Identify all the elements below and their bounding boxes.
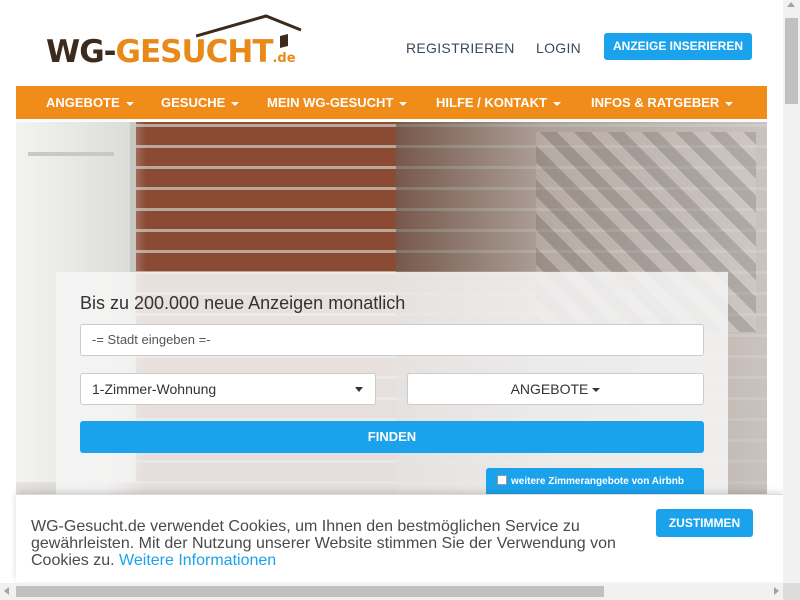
- chevron-down-icon: [399, 101, 408, 106]
- menu-help-contact[interactable]: HILFE / KONTAKT: [436, 86, 561, 119]
- chevron-down-icon: [552, 101, 561, 106]
- scroll-left-icon[interactable]: [4, 587, 9, 595]
- vertical-scroll-thumb[interactable]: [785, 18, 798, 104]
- scroll-right-icon[interactable]: [774, 587, 779, 595]
- vertical-scrollbar[interactable]: [783, 0, 800, 600]
- cookie-banner: WG-Gesucht.de verwendet Cookies, um Ihne…: [16, 494, 783, 582]
- post-listing-button[interactable]: ANZEIGE INSERIEREN: [604, 33, 752, 60]
- scroll-up-icon[interactable]: [787, 2, 795, 7]
- house-roof-icon: [196, 14, 302, 48]
- housing-type-select[interactable]: 1-Zimmer-Wohnung: [80, 373, 376, 405]
- register-link[interactable]: REGISTRIEREN: [406, 40, 515, 56]
- horizontal-scrollbar[interactable]: [0, 583, 783, 600]
- chevron-down-icon: [592, 388, 601, 393]
- login-link[interactable]: LOGIN: [536, 40, 581, 56]
- site-header: WG-GESUCHT.de REGISTRIEREN LOGIN ANZEIGE…: [16, 0, 767, 86]
- cookie-text: WG-Gesucht.de verwendet Cookies, um Ihne…: [31, 518, 616, 569]
- more-info-link[interactable]: Weitere Informationen: [119, 552, 276, 569]
- accept-cookies-button[interactable]: ZUSTIMMEN: [656, 509, 753, 537]
- city-input[interactable]: -= Stadt eingeben =-: [80, 324, 704, 356]
- menu-my-wg[interactable]: MEIN WG-GESUCHT: [267, 86, 408, 119]
- menu-requests[interactable]: GESUCHE: [161, 86, 240, 119]
- horizontal-scroll-thumb[interactable]: [16, 586, 604, 597]
- search-panel: Bis zu 200.000 neue Anzeigen monatlich -…: [56, 272, 728, 498]
- chevron-down-icon: [231, 101, 240, 106]
- chevron-down-icon: [355, 387, 363, 392]
- offers-dropdown-button[interactable]: ANGEBOTE: [407, 373, 704, 405]
- airbnb-toggle[interactable]: weitere Zimmerangebote von Airbnb: [486, 468, 704, 496]
- housing-type-value: 1-Zimmer-Wohnung: [92, 381, 217, 397]
- find-button[interactable]: FINDEN: [80, 421, 704, 453]
- airbnb-checkbox[interactable]: [497, 474, 507, 485]
- chevron-down-icon: [725, 101, 734, 106]
- site-logo[interactable]: WG-GESUCHT.de: [46, 14, 306, 74]
- main-menu: ANGEBOTE GESUCHE MEIN WG-GESUCHT HILFE /…: [16, 86, 767, 119]
- search-title: Bis zu 200.000 neue Anzeigen monatlich: [80, 293, 406, 313]
- scrollbar-corner: [783, 583, 800, 600]
- menu-offers[interactable]: ANGEBOTE: [46, 86, 134, 119]
- menu-info-guides[interactable]: INFOS & RATGEBER: [591, 86, 734, 119]
- chevron-down-icon: [125, 101, 134, 106]
